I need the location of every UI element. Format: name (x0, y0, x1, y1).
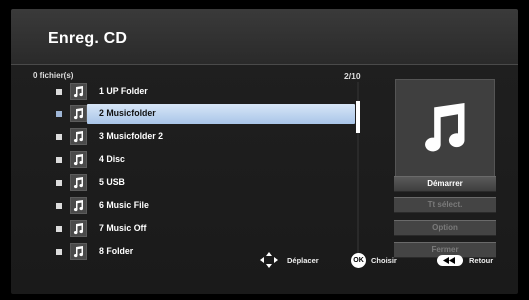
checkbox[interactable] (56, 249, 62, 255)
checkbox[interactable] (56, 203, 62, 209)
list-item[interactable]: 5 USB (51, 172, 361, 194)
list-item-label: 7 Music Off (99, 223, 147, 233)
list-item-label: 3 Musicfolder 2 (99, 131, 164, 141)
option-button[interactable]: Option (394, 220, 496, 236)
dialog-title: Enreg. CD (48, 30, 128, 47)
list-item-selected[interactable]: 2 Musicfolder (51, 103, 361, 125)
music-note-icon (70, 197, 87, 214)
list-item[interactable]: 3 Musicfolder 2 (51, 126, 361, 148)
title-bar: Enreg. CD (11, 9, 518, 63)
arrow-keys-icon (260, 252, 278, 268)
list-item[interactable]: 4 Disc (51, 149, 361, 171)
back-button-icon (437, 254, 463, 266)
list-item-label: 5 USB (99, 177, 125, 187)
scrollbar-thumb[interactable] (356, 101, 360, 133)
music-note-icon (70, 151, 87, 168)
checkbox[interactable] (56, 180, 62, 186)
music-note-icon (70, 105, 87, 122)
help-back: Retour (437, 252, 493, 268)
music-note-icon (70, 174, 87, 191)
music-note-icon (70, 83, 87, 100)
page-indicator: 2/10 (344, 71, 361, 81)
music-note-icon (425, 103, 465, 152)
checkbox[interactable] (56, 134, 62, 140)
list-item[interactable]: 1 UP Folder (51, 81, 361, 103)
select-all-button[interactable]: Tt sélect. (394, 197, 496, 213)
checkbox[interactable] (56, 111, 62, 117)
list-item[interactable]: 6 Music File (51, 195, 361, 217)
header-divider (11, 64, 518, 65)
music-note-icon (70, 220, 87, 237)
checkbox[interactable] (56, 226, 62, 232)
help-move: Déplacer (258, 252, 319, 268)
choose-label: Choisir (371, 255, 397, 265)
checkbox[interactable] (56, 89, 62, 95)
list-item-label: 8 Folder (99, 246, 134, 256)
list-item-label: 1 UP Folder (99, 86, 148, 96)
file-count: 0 fichier(s) (33, 71, 74, 80)
list-item-label: 6 Music File (99, 200, 149, 210)
list-item-label: 2 Musicfolder (99, 108, 156, 118)
back-label: Retour (469, 255, 494, 265)
checkbox[interactable] (56, 157, 62, 163)
help-choose: OK Choisir (351, 252, 397, 268)
ok-button-icon: OK (351, 252, 366, 268)
move-label: Déplacer (287, 255, 319, 265)
list-item[interactable]: 7 Music Off (51, 218, 361, 240)
music-note-icon (70, 243, 87, 260)
music-note-icon (70, 128, 87, 145)
start-button[interactable]: Démarrer (394, 176, 496, 192)
thumbnail-preview (395, 79, 495, 179)
list-item-label: 4 Disc (99, 154, 125, 164)
record-cd-dialog: Enreg. CD 0 fichier(s) 2/10 1 UP Folder … (11, 9, 518, 294)
